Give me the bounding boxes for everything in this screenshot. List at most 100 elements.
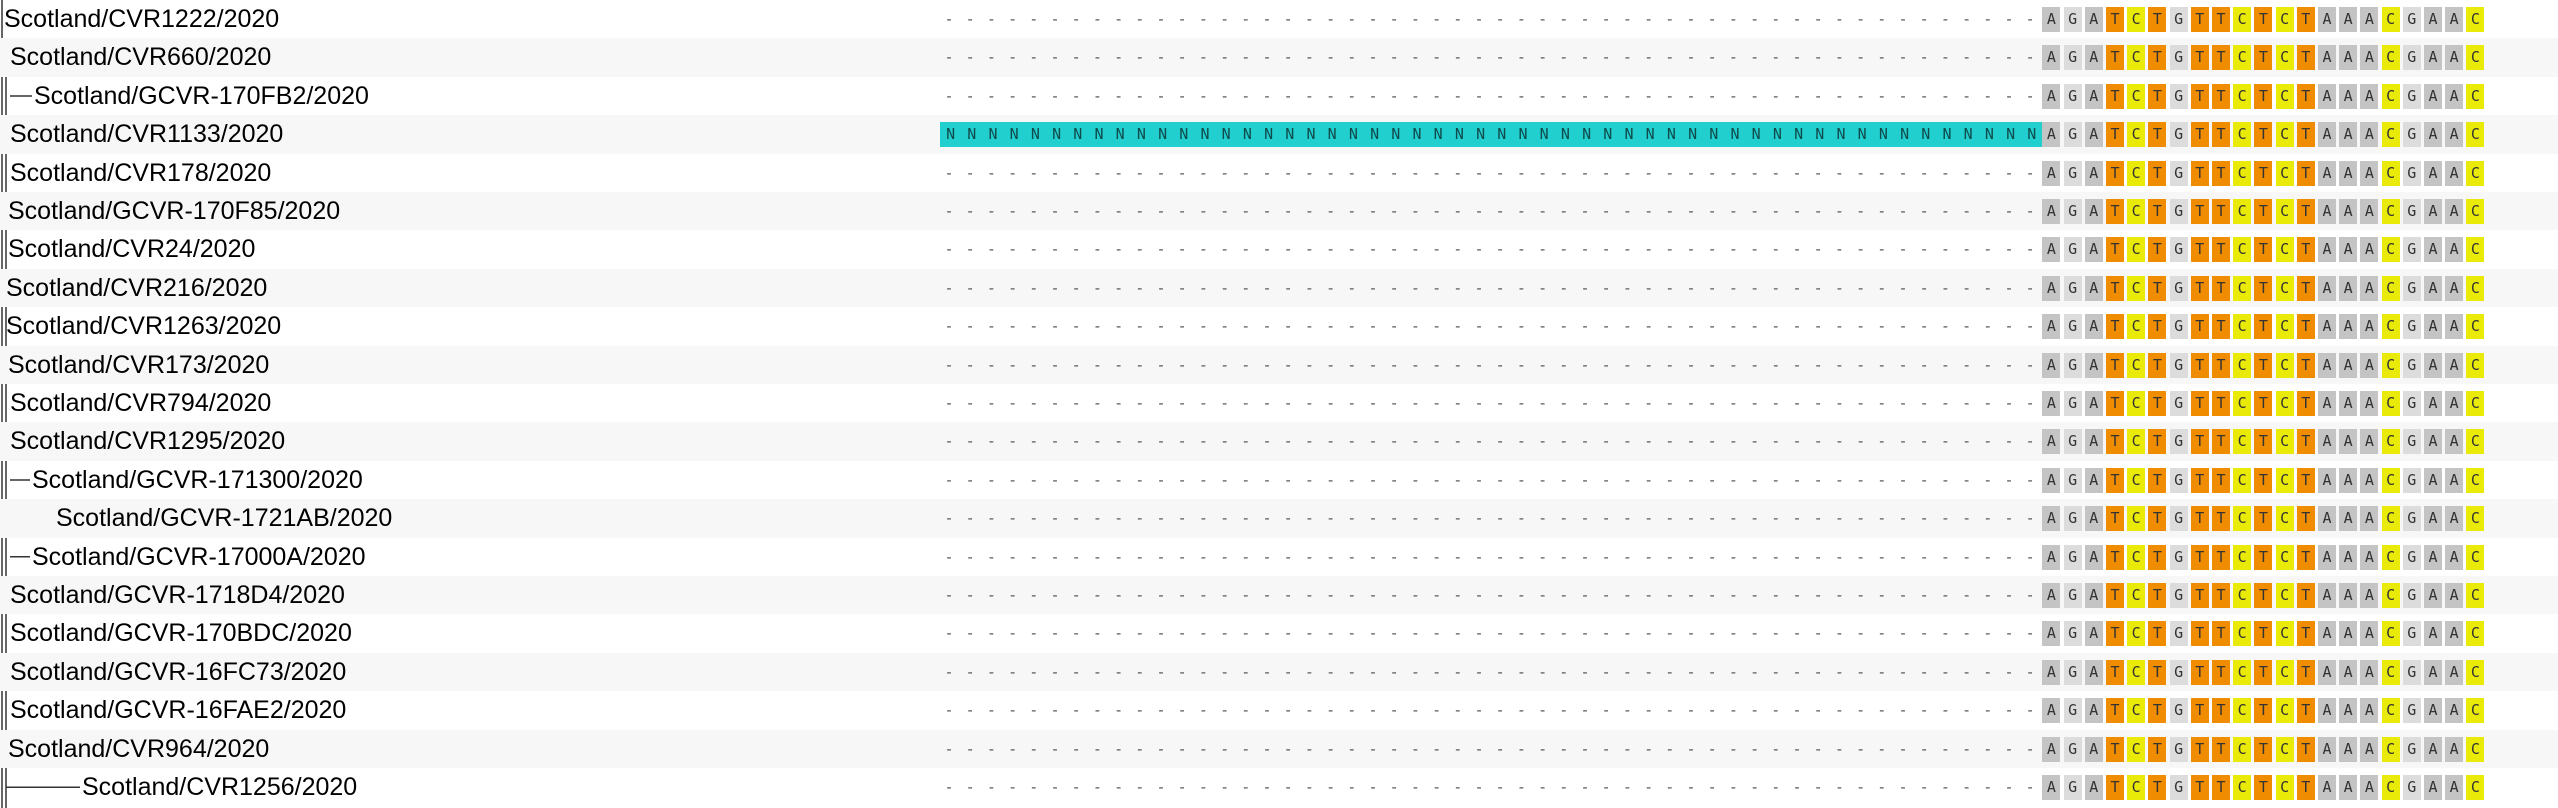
gap-cell: - [1686, 778, 1696, 796]
base-cell-c: C [2233, 122, 2252, 148]
alignment-row[interactable]: Scotland/CVR1263/2020- - - - - - - - - - - - - - - - - - -… [0, 307, 2558, 345]
gap-cell: - [1728, 701, 1738, 720]
gap-cell: - [1474, 470, 1484, 489]
gap-cell: - [1644, 355, 1654, 374]
gap-cell: - [1283, 432, 1293, 451]
sequence-name[interactable]: Scotland/CVR1256/2020 [82, 768, 357, 806]
alignment-row[interactable]: Scotland/GCVR-170FB2/2020- - - - - - - - - - - - - - -… [0, 77, 2558, 115]
n-cell: N [1300, 122, 1322, 148]
alignment-row[interactable]: Scotland/GCVR-1718D4/2020- - - - - - - - - - - - - - -… [0, 576, 2558, 615]
gap-cell: - [1622, 317, 1632, 336]
gap-cell: - [1432, 355, 1442, 374]
sequence-name[interactable]: Scotland/GCVR-170FB2/2020 [34, 77, 369, 115]
base-cell-t: T [2190, 736, 2209, 762]
sequence-name[interactable]: Scotland/CVR1295/2020 [10, 422, 285, 460]
alignment-row[interactable]: Scotland/GCVR-170BDC/2020- - - - - - - - - - - - - - -… [0, 614, 2558, 652]
gap-cell: - [1347, 739, 1357, 758]
gap-cell: - [1919, 586, 1929, 604]
gap-cell: - [1792, 394, 1802, 412]
sequence-name[interactable]: Scotland/GCVR-170F85/2020 [8, 192, 340, 230]
alignment-row[interactable]: Scotland/CVR794/2020- - - - - - - - - - - - - - - - - - - -… [0, 384, 2558, 422]
base-cell-c: C [2127, 160, 2146, 186]
gap-cell: - [1538, 394, 1548, 412]
n-cell: N [2000, 122, 2022, 148]
base-cell-a: A [2318, 352, 2336, 378]
alignment-row[interactable]: Scotland/GCVR-1721AB/2020- - - - - - - - - - - - - - -… [0, 499, 2558, 538]
base-cell-g: G [2402, 314, 2421, 340]
gap-cell: - [1962, 317, 1972, 336]
alignment-row[interactable]: Scotland/CVR660/2020- - - - - - - - - - - - - - - - - - - -… [0, 38, 2558, 77]
alignment-viewer[interactable]: Scotland/CVR1222/2020- - - - - - - - - - - - - - - - - - -… [0, 0, 2558, 808]
alignment-row[interactable]: Scotland/GCVR-170F85/2020- - - - - - - - - - - - - - -… [0, 192, 2558, 231]
gap-cell: - [1983, 10, 1993, 28]
gap-cell: - [1432, 432, 1442, 451]
alignment-row[interactable]: Scotland/CVR964/2020- - - - - - - - - - - - - - - - - - - -… [0, 729, 2558, 768]
gap-cell: - [1792, 86, 1802, 105]
gap-cell: - [1410, 394, 1420, 412]
alignment-row[interactable]: Scotland/CVR216/2020- - - - - - - - - - - - - - - - - - - -… [0, 268, 2558, 308]
gap-cell: - [1410, 547, 1420, 566]
gap-cell: - [1368, 163, 1378, 182]
gap-cell: - [1283, 547, 1293, 566]
alignment-row[interactable]: Scotland/CVR1133/2020 N N N N N N N N N N N N N N N N N N N… [0, 115, 2558, 154]
sequence-name[interactable]: Scotland/GCVR-170BDC/2020 [10, 614, 352, 652]
sequence-name[interactable]: Scotland/CVR24/2020 [8, 230, 255, 268]
gap-cell: - [1368, 778, 1378, 796]
gap-cell: - [1092, 394, 1102, 412]
alignment-row[interactable]: Scotland/CVR178/2020- - - - - - - - - - - - - - - - - - - -… [0, 154, 2558, 192]
gap-cell: - [944, 394, 954, 412]
gap-cell: - [1304, 470, 1314, 489]
base-cell-t: T [2296, 237, 2315, 263]
gap-cell: - [1262, 163, 1272, 182]
gap-cell: - [1644, 470, 1654, 489]
alignment-row[interactable]: Scotland/CVR1295/2020- - - - - - - - - - - - - - - - - - -… [0, 422, 2558, 461]
sequence-name[interactable]: Scotland/GCVR-16FC73/2020 [10, 653, 346, 691]
sequence-name[interactable]: Scotland/GCVR-1718D4/2020 [10, 576, 345, 614]
sequence-name[interactable]: Scotland/CVR794/2020 [10, 384, 271, 422]
gap-cell: - [1241, 547, 1251, 566]
gap-cell: - [1728, 432, 1738, 451]
sequence-name[interactable]: Scotland/CVR1222/2020 [4, 0, 279, 38]
gap-cell: - [1156, 86, 1166, 105]
gap-cell: - [1834, 586, 1844, 604]
n-cell: N [1512, 122, 1534, 148]
gap-cell: - [1410, 278, 1420, 297]
alignment-row[interactable]: Scotland/GCVR-16FC73/2020- - - - - - - - - - - - - - -… [0, 652, 2558, 692]
sequence-name[interactable]: Scotland/CVR1263/2020 [6, 307, 281, 345]
gap-cell: - [1156, 10, 1166, 28]
gap-cell: - [1559, 470, 1569, 489]
alignment-row[interactable]: Scotland/CVR24/2020- - - - - - - - - - - - - - - - - - - - -… [0, 230, 2558, 268]
base-cell-a: A [2318, 45, 2336, 71]
alignment-row[interactable]: Scotland/GCVR-16FAE2/2020- - - - - - - - - - - - - - -… [0, 691, 2558, 729]
sequence-name[interactable]: Scotland/GCVR-16FAE2/2020 [10, 691, 346, 729]
sequence-name[interactable]: Scotland/CVR660/2020 [10, 38, 271, 76]
sequence-name[interactable]: Scotland/CVR173/2020 [8, 346, 269, 384]
sequence-name[interactable]: Scotland/GCVR-17000A/2020 [32, 538, 366, 576]
alignment-row[interactable]: Scotland/GCVR-17000A/2020- - - - - - - - - - - - - - -… [0, 538, 2558, 576]
sequence-name[interactable]: Scotland/GCVR-1721AB/2020 [56, 499, 392, 537]
base-cell-a: A [2360, 237, 2379, 263]
base-cell-t: T [2106, 698, 2124, 724]
alignment-row[interactable]: Scotland/CVR1222/2020- - - - - - - - - - - - - - - - - - -… [0, 0, 2558, 38]
gap-cell: - [1177, 394, 1187, 412]
sequence-name[interactable]: Scotland/CVR964/2020 [8, 730, 269, 768]
sequence-name[interactable]: Scotland/CVR216/2020 [6, 269, 267, 307]
alignment-row[interactable]: Scotland/GCVR-171300/2020- - - - - - - - - - - - - - -… [0, 461, 2558, 499]
gap-cell: - [1707, 739, 1717, 758]
base-cell-a: A [2042, 314, 2061, 340]
gap-cell: - [2025, 701, 2035, 720]
gap-cell: - [1368, 240, 1378, 259]
alignment-row[interactable]: Scotland/CVR1256/2020- - - - - - - - - - - - - - - - - - -… [0, 768, 2558, 806]
base-cell-g: G [2063, 45, 2082, 71]
alignment-row[interactable]: Scotland/CVR173/2020- - - - - - - - - - - - - - - - - - - -… [0, 345, 2558, 384]
gap-cell: - [1919, 432, 1929, 451]
gap-cell: - [1601, 48, 1611, 67]
sequence-name[interactable]: Scotland/CVR178/2020 [10, 154, 271, 192]
sequence-name[interactable]: Scotland/GCVR-171300/2020 [32, 461, 363, 499]
base-cell-t: T [2254, 45, 2273, 71]
sequence-name[interactable]: Scotland/CVR1133/2020 [10, 115, 283, 153]
base-cell-t: T [2254, 314, 2273, 340]
base-cell-c: C [2381, 621, 2400, 647]
gap-cell: - [1474, 432, 1484, 451]
gap-cell: - [1580, 163, 1590, 182]
